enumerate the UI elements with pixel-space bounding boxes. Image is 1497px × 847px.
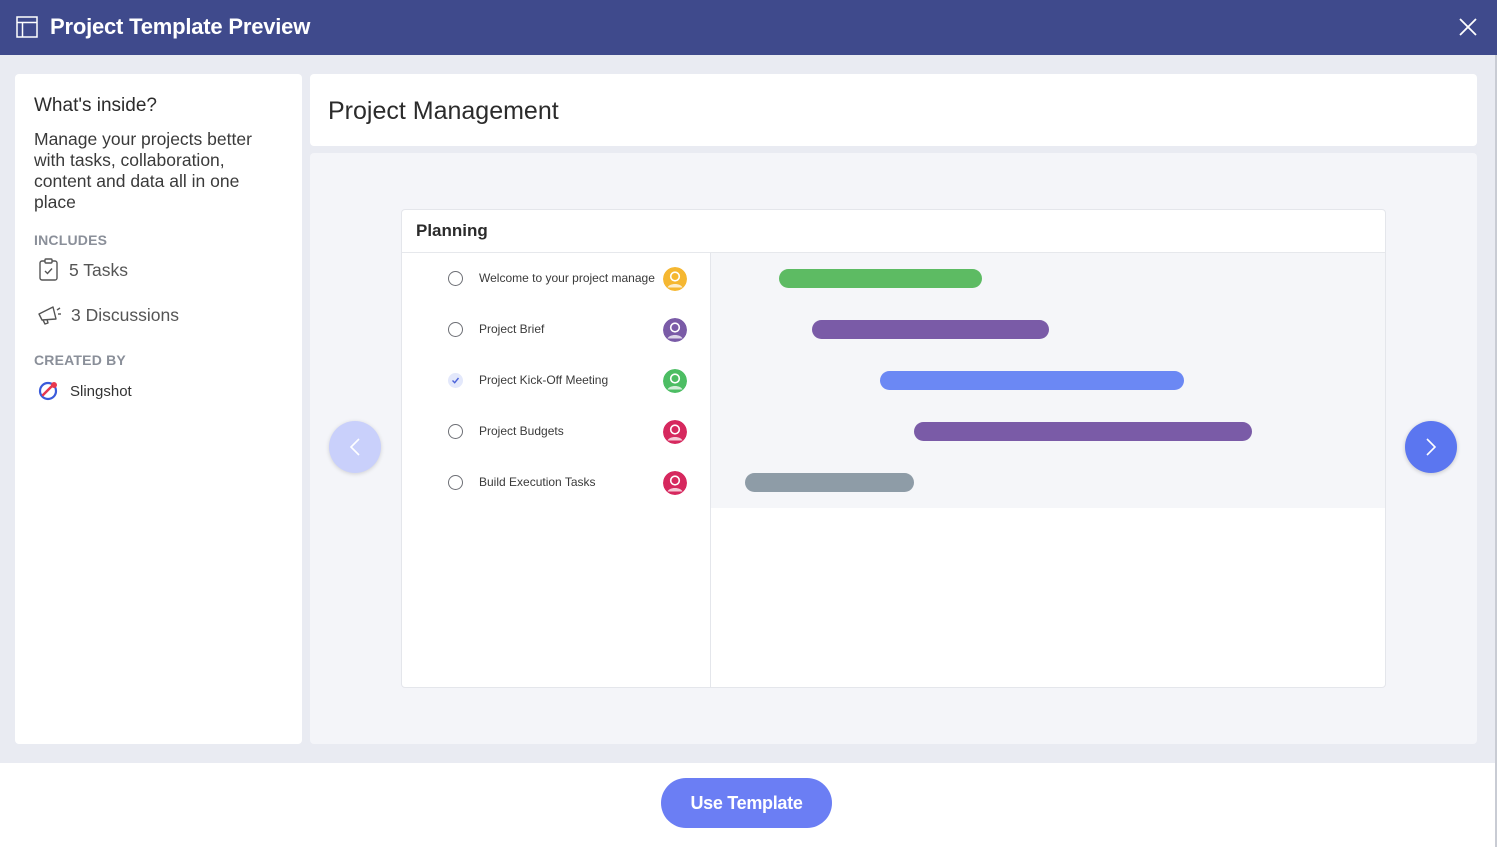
timeline-cell [711, 457, 1385, 508]
board-title: Planning [416, 221, 488, 240]
timeline-cell [711, 253, 1385, 304]
includes-tasks: 5 Tasks [37, 258, 128, 282]
creator: Slingshot [37, 380, 132, 402]
template-info-panel: What's inside? Manage your projects bett… [15, 74, 302, 744]
includes-discussions: 3 Discussions [37, 304, 179, 326]
task-cell: Welcome to your project management [402, 253, 710, 304]
task-checkbox[interactable] [448, 424, 463, 439]
close-icon[interactable] [1456, 15, 1480, 39]
timeline-bar[interactable] [779, 269, 982, 288]
task-row: Project Budgets [402, 406, 1385, 457]
chevron-right-icon [1426, 438, 1437, 456]
task-checkbox[interactable] [448, 373, 463, 388]
timeline-bar[interactable] [812, 320, 1049, 339]
layout-panel-icon [16, 16, 38, 38]
assignee-avatar [663, 471, 687, 495]
task-row: Welcome to your project management [402, 253, 1385, 304]
task-checkbox[interactable] [448, 271, 463, 286]
task-name: Project Kick-Off Meeting [479, 373, 609, 387]
footer-bar: Use Template [0, 763, 1497, 847]
timeline-cell [711, 304, 1385, 355]
task-row: Project Brief [402, 304, 1385, 355]
task-name: Welcome to your project management [479, 271, 655, 285]
task-name: Project Budgets [479, 424, 564, 438]
board-header: Planning [402, 210, 1385, 253]
task-checkbox[interactable] [448, 475, 463, 490]
clipboard-check-icon [39, 258, 58, 281]
assignee-avatar [663, 318, 687, 342]
timeline-cell [711, 406, 1385, 457]
task-cell: Project Budgets [402, 406, 710, 457]
title-bar: Project Template Preview [0, 0, 1497, 55]
chevron-left-icon [349, 438, 360, 456]
template-preview: Planning Welcome to your project managem… [310, 153, 1477, 744]
template-title: Project Management [328, 97, 559, 125]
task-name: Project Brief [479, 322, 545, 336]
task-checkbox[interactable] [448, 322, 463, 337]
tasks-count: 5 Tasks [69, 259, 129, 280]
use-template-button[interactable]: Use Template [661, 778, 832, 828]
assignee-avatar [663, 369, 687, 393]
includes-label: INCLUDES [34, 232, 108, 248]
next-slide-button[interactable] [1405, 421, 1457, 473]
user-avatar-icon [663, 318, 687, 342]
task-row: Project Kick-Off Meeting [402, 355, 1385, 406]
slingshot-logo-icon [38, 381, 58, 401]
user-avatar-icon [663, 267, 687, 291]
task-cell: Build Execution Tasks [402, 457, 710, 508]
timeline-bar[interactable] [914, 422, 1252, 441]
column-divider [710, 253, 711, 687]
task-row: Build Execution Tasks [402, 457, 1385, 508]
assignee-avatar [663, 267, 687, 291]
user-avatar-icon [663, 471, 687, 495]
discussions-count: 3 Discussions [71, 304, 179, 325]
timeline-bar[interactable] [745, 473, 914, 492]
planning-board: Planning Welcome to your project managem… [401, 209, 1386, 688]
task-cell: Project Brief [402, 304, 710, 355]
template-description: Manage your projects better with tasks, … [34, 129, 252, 212]
prev-slide-button[interactable] [329, 421, 381, 473]
user-avatar-icon [663, 420, 687, 444]
timeline-cell [711, 355, 1385, 406]
task-name: Build Execution Tasks [479, 475, 596, 489]
created-by-label: CREATED BY [34, 352, 126, 368]
check-icon [452, 377, 460, 384]
task-cell: Project Kick-Off Meeting [402, 355, 710, 406]
megaphone-icon [38, 306, 61, 325]
assignee-avatar [663, 420, 687, 444]
whats-inside-heading: What's inside? [34, 95, 157, 116]
template-title-card: Project Management [310, 74, 1477, 146]
timeline-bar[interactable] [880, 371, 1184, 390]
window-title: Project Template Preview [50, 14, 311, 39]
user-avatar-icon [663, 369, 687, 393]
creator-name: Slingshot [70, 382, 132, 400]
